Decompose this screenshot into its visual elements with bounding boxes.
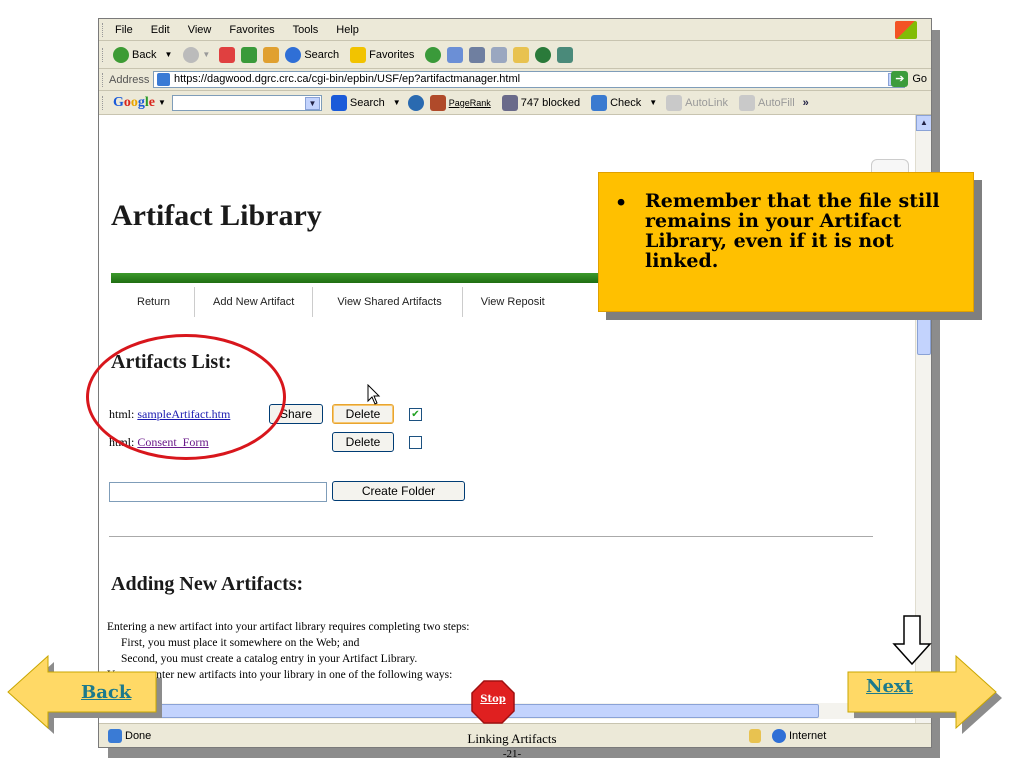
- google-search-icon[interactable]: [330, 94, 347, 111]
- tab-view-shared-artifacts[interactable]: View Shared Artifacts: [313, 287, 463, 317]
- section-divider: [109, 536, 873, 537]
- delete-button-consent[interactable]: Delete: [332, 432, 394, 452]
- site-search-icon[interactable]: [407, 94, 424, 111]
- mail-icon[interactable]: [447, 46, 464, 63]
- print-icon[interactable]: [469, 46, 486, 63]
- standard-toolbar: Back ▼ ▼ Search Favorites: [99, 41, 931, 69]
- spellcheck-icon: [591, 94, 608, 111]
- select-checkbox-sample[interactable]: ✔: [409, 408, 422, 421]
- tab-add-new-artifact[interactable]: Add New Artifact: [195, 287, 314, 317]
- google-search-dropdown-icon[interactable]: ▼: [304, 96, 320, 110]
- research-icon[interactable]: [557, 46, 574, 63]
- autolink-icon: [666, 94, 683, 111]
- tab-return[interactable]: Return: [111, 287, 196, 317]
- menu-tools[interactable]: Tools: [293, 24, 319, 36]
- page-title: Artifact Library: [111, 199, 322, 232]
- select-checkbox-consent[interactable]: [409, 436, 422, 449]
- favorites-star-icon[interactable]: [350, 46, 367, 63]
- folder-name-input[interactable]: [109, 482, 327, 502]
- mouse-cursor-icon: [367, 384, 381, 405]
- address-url: https://dagwood.dgrc.crc.ca/cgi-bin/epbi…: [174, 73, 521, 85]
- callout-bullet: •: [615, 192, 628, 214]
- google-search-button[interactable]: Search: [350, 97, 385, 109]
- back-button[interactable]: Back: [132, 49, 156, 61]
- popups-blocked[interactable]: 747 blocked: [521, 97, 580, 109]
- menu-favorites[interactable]: Favorites: [229, 24, 274, 36]
- history-icon[interactable]: [425, 46, 442, 63]
- callout-box: • Remember that the file still remains i…: [598, 172, 974, 312]
- forward-arrow-icon[interactable]: [183, 46, 200, 63]
- back-dropdown-icon[interactable]: ▼: [164, 50, 172, 59]
- vertical-scroll-thumb[interactable]: [917, 315, 931, 355]
- forward-dropdown-icon[interactable]: ▼: [202, 50, 210, 59]
- slide-page-number: -21-: [502, 748, 522, 760]
- search-button[interactable]: Search: [304, 49, 339, 61]
- popup-blocker-icon: [501, 94, 518, 111]
- google-toolbar: Google ▼ ▼ Search ▼ PageRank 747 blocked…: [99, 91, 931, 115]
- home-icon[interactable]: [263, 46, 280, 63]
- edit-icon[interactable]: [491, 46, 508, 63]
- folder-icon[interactable]: [513, 46, 530, 63]
- back-link[interactable]: Back: [81, 682, 131, 703]
- stop-loading-icon[interactable]: [219, 46, 236, 63]
- callout-text: Remember that the file still remains in …: [645, 190, 940, 272]
- adding-new-artifacts-heading: Adding New Artifacts:: [111, 573, 304, 595]
- menu-edit[interactable]: Edit: [151, 24, 170, 36]
- tab-view-repository[interactable]: View Reposit: [463, 287, 563, 317]
- menu-bar: File Edit View Favorites Tools Help: [99, 19, 931, 41]
- delete-button-sample[interactable]: Delete: [332, 404, 394, 424]
- google-menu-icon[interactable]: ▼: [158, 98, 166, 107]
- search-icon[interactable]: [285, 46, 302, 63]
- address-label: Address: [109, 73, 150, 86]
- create-folder-button[interactable]: Create Folder: [332, 481, 465, 501]
- menu-file[interactable]: File: [115, 24, 133, 36]
- favorites-button[interactable]: Favorites: [369, 49, 414, 61]
- address-input[interactable]: https://dagwood.dgrc.crc.ca/cgi-bin/epbi…: [153, 71, 905, 88]
- instruction-line: First, you must place it somewhere on th…: [121, 637, 360, 649]
- stop-link[interactable]: Stop: [471, 694, 515, 705]
- autofill-icon: [738, 94, 755, 111]
- toolbar-grip: [102, 47, 105, 62]
- highlight-ellipse: [86, 334, 286, 460]
- messenger-icon[interactable]: [535, 46, 552, 63]
- go-label: Go: [912, 73, 927, 85]
- toolbar-overflow-icon[interactable]: »: [803, 97, 809, 109]
- check-button[interactable]: Check: [610, 97, 641, 109]
- go-arrow-icon: ➔: [891, 71, 909, 87]
- check-dropdown-icon[interactable]: ▼: [649, 98, 657, 107]
- scroll-up-icon[interactable]: ▲: [916, 115, 931, 131]
- menu-view[interactable]: View: [188, 24, 212, 36]
- back-arrow-icon[interactable]: [113, 46, 129, 63]
- refresh-icon[interactable]: [241, 46, 258, 63]
- google-search-input[interactable]: ▼: [171, 94, 322, 111]
- autofill-button[interactable]: AutoFill: [758, 97, 795, 109]
- toolbar-grip: [102, 95, 105, 110]
- address-bar: Address https://dagwood.dgrc.crc.ca/cgi-…: [99, 69, 931, 91]
- google-search-dropdown[interactable]: ▼: [393, 98, 401, 107]
- next-link[interactable]: Next: [866, 676, 913, 697]
- pagerank-icon: [429, 94, 446, 111]
- autolink-button[interactable]: AutoLink: [685, 97, 728, 109]
- page-icon: [157, 73, 170, 86]
- pagerank-label[interactable]: PageRank: [449, 98, 491, 108]
- google-logo[interactable]: Google: [113, 95, 155, 111]
- toolbar-grip: [102, 22, 105, 37]
- menu-help[interactable]: Help: [336, 24, 359, 36]
- instruction-line: Entering a new artifact into your artifa…: [107, 621, 470, 633]
- toolbar-grip: [102, 72, 105, 87]
- go-button[interactable]: ➔ Go: [891, 71, 927, 87]
- slide-caption: Linking Artifacts: [467, 731, 557, 746]
- windows-logo-icon: [895, 21, 917, 39]
